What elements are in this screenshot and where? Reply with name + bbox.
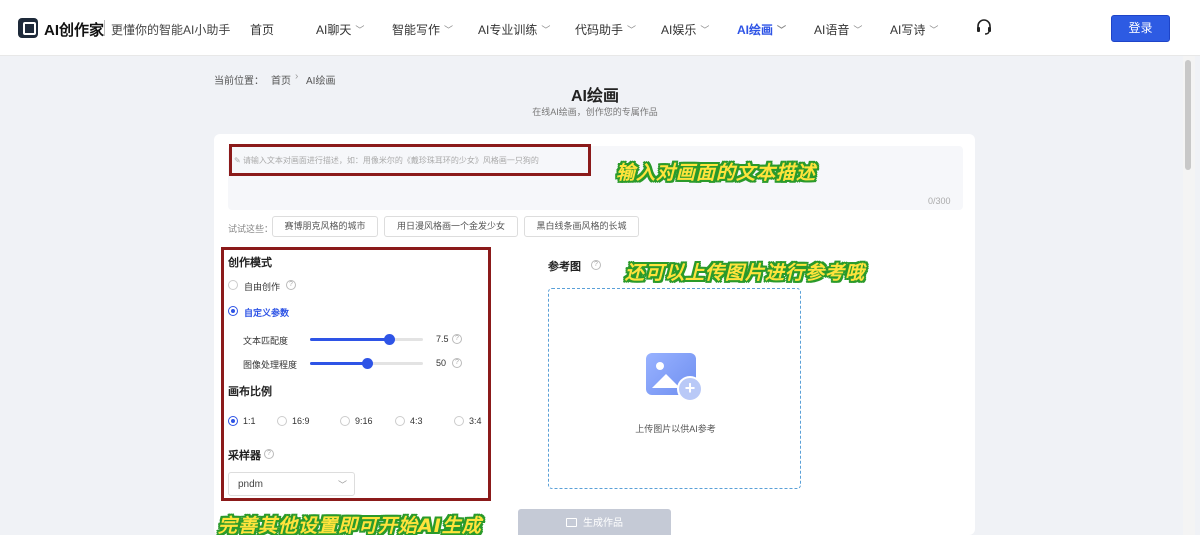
generate-button[interactable]: 生成作品 xyxy=(518,509,671,535)
plus-icon: + xyxy=(677,376,703,402)
headset-icon[interactable] xyxy=(975,18,993,36)
suggestion-chip[interactable]: 黑白线条画风格的长城 xyxy=(524,216,639,237)
nav-item-ai-poetry[interactable]: AI写诗 ﹀ xyxy=(890,21,938,38)
page-title: AI绘画 xyxy=(570,88,619,105)
annotation-prompt: 输入对画面的文本描述 xyxy=(616,162,817,184)
annotation-settings: 完善其他设置即可开始AI生成 xyxy=(218,515,482,535)
nav-item-home[interactable]: 首页 xyxy=(250,21,274,38)
top-nav-bar: AI创作家 更懂你的智能AI小助手 首页 AI聊天 ﹀ 智能写作 ﹀ AI专业训练 ﹀… xyxy=(0,0,1200,56)
upload-hint: 上传图片以供AI参考 xyxy=(635,424,716,434)
chevron-down-icon: ﹀ xyxy=(355,25,365,35)
annotation-reference: 还可以上传图片进行参考哦 xyxy=(625,262,866,284)
scrollbar[interactable] xyxy=(1183,56,1195,535)
suggestion-chip[interactable]: 赛博朋克风格的城市 xyxy=(272,216,378,237)
chevron-down-icon: ﹀ xyxy=(929,25,939,35)
annotation-box-settings xyxy=(221,247,491,501)
char-counter: 0/300 xyxy=(928,196,951,206)
breadcrumb-chevron-icon: › xyxy=(295,71,299,82)
try-label: 试试这些： xyxy=(228,224,274,234)
nav-item-ai-voice[interactable]: AI语音 ﹀ xyxy=(814,21,862,38)
help-icon[interactable]: ? xyxy=(591,260,601,270)
chevron-down-icon: ﹀ xyxy=(627,25,637,35)
nav-item-smart-writing[interactable]: 智能写作 ﹀ xyxy=(392,21,453,38)
brand-name[interactable]: AI创作家 xyxy=(44,19,104,40)
nav-item-ai-entertainment[interactable]: AI娱乐 ﹀ xyxy=(661,21,709,38)
brand-slogan: 更懂你的智能AI小助手 xyxy=(111,23,231,37)
nav-item-ai-chat[interactable]: AI聊天 ﹀ xyxy=(316,21,364,38)
chevron-down-icon: ﹀ xyxy=(541,25,551,35)
chevron-down-icon: ﹀ xyxy=(777,25,787,35)
reference-title: 参考图 xyxy=(548,261,581,273)
logo-icon[interactable] xyxy=(18,18,38,38)
brand-divider xyxy=(104,20,105,36)
chevron-down-icon: ﹀ xyxy=(853,25,863,35)
nav-item-ai-painting[interactable]: AI绘画 ﹀ xyxy=(737,21,786,38)
suggestion-chip[interactable]: 用日漫风格画一个金发少女 xyxy=(384,216,518,237)
chevron-down-icon: ﹀ xyxy=(444,25,454,35)
annotation-box-prompt xyxy=(229,144,591,176)
chevron-down-icon: ﹀ xyxy=(700,25,710,35)
image-icon xyxy=(566,518,577,527)
login-button[interactable]: 登录 xyxy=(1111,15,1170,42)
nav-item-ai-training[interactable]: AI专业训练 ﹀ xyxy=(478,21,550,38)
upload-dropzone[interactable]: + 上传图片以供AI参考 xyxy=(548,288,801,489)
page-subtitle: 在线AI绘画，创作您的专属作品 xyxy=(532,107,658,117)
nav-item-code-assistant[interactable]: 代码助手 ﹀ xyxy=(575,21,636,38)
